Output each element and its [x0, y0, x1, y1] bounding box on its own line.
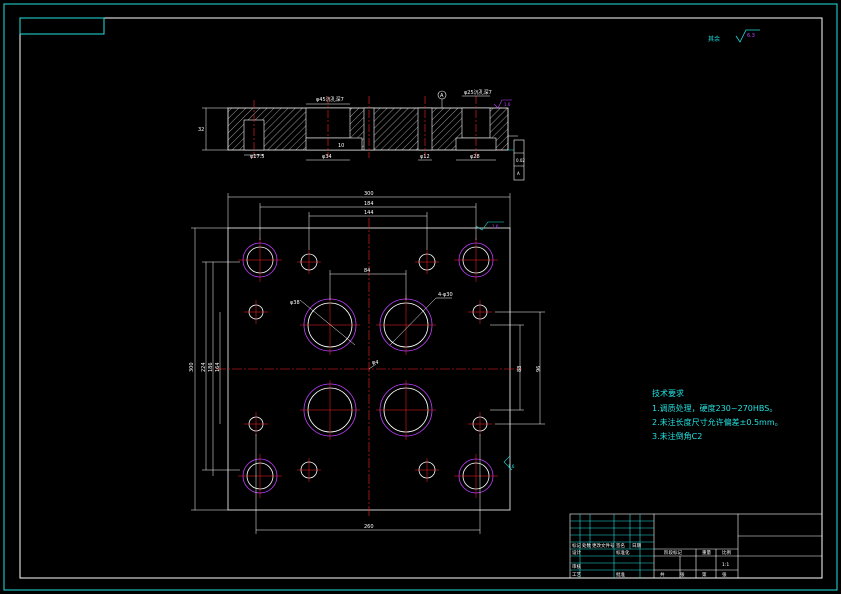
section-view: 32 φ45沉孔深7 φ17.5 10 φ34 φ12 φ25沉孔深7 φ28 …: [198, 89, 525, 181]
dim-right-top: φ25沉孔深7: [464, 89, 492, 96]
dim-right-2: 88: [517, 366, 523, 372]
code-box: [19, 17, 105, 35]
tb-review: 审核: [572, 563, 581, 570]
cad-drawing: 其余 6.3 32 φ45沉孔深7 φ17.5 10 φ34 φ12 φ25沉孔…: [3, 3, 838, 591]
corner-holes: [238, 238, 498, 498]
tb-sign: 签名: [616, 542, 625, 549]
tb-no: 第: [702, 571, 707, 578]
technical-notes: 技术要求 1.调质处理，硬度230~270HBS。 2.未注长度尺寸允许偏差±0…: [652, 388, 783, 441]
dim-counterbore: φ45沉孔深7: [316, 96, 344, 103]
tb-date: 日期: [632, 543, 641, 549]
dim-thru: φ12: [420, 154, 430, 160]
dim-left-3: 164: [215, 362, 221, 372]
dim-left-1: 224: [201, 362, 207, 372]
dim-overall-width: 300: [364, 191, 374, 197]
tb-mark: 标记: [572, 542, 581, 549]
notes-title: 技术要求: [652, 388, 684, 398]
dim-bore-depth: 10: [338, 143, 344, 149]
tb-standard: 标准化: [616, 549, 630, 556]
tb-approve: 批准: [616, 571, 625, 578]
roughness-value: 6.3: [747, 33, 755, 39]
tb-scale: 比例: [722, 549, 731, 556]
notes-item-3: 3.未注倒角C2: [652, 431, 702, 441]
tb-change: 更改文件号: [592, 542, 615, 549]
tb-sheet: 张: [722, 571, 727, 578]
plan-rough-side: 1.6: [508, 464, 515, 469]
notes-item-2: 2.未注长度尺寸允许偏差±0.5mm。: [652, 417, 783, 427]
tb-scale-value: 1:1: [722, 562, 729, 568]
dim-left-2: 186: [208, 362, 214, 372]
plan-view: φ38 4-φ30 φ4 300 184 144 84 260 300 224 …: [189, 191, 545, 534]
dim-right-1: 96: [536, 366, 542, 372]
tb-total: 共: [660, 571, 665, 578]
dim-hole-a: φ17.5: [250, 154, 264, 160]
inner-frame: [19, 17, 823, 579]
datum-label: A: [440, 93, 444, 99]
title-block-text: 标记 处数 更改文件号 签名 日期 设计 标准化 阶段标记 重量 比例 审核 工…: [572, 542, 731, 578]
label-center: φ4: [372, 360, 378, 366]
plan-rough-top: 1.6: [492, 224, 499, 229]
roughness-label: 其余: [708, 35, 720, 43]
dim-center-span: 84: [364, 268, 370, 274]
dim-bore-bottom: φ34: [322, 154, 332, 160]
roughness-symbol: 其余 6.3: [708, 29, 760, 43]
dim-right-bottom: φ28: [470, 154, 480, 160]
section-rough: 1.6: [504, 102, 511, 107]
small-holes: [244, 250, 492, 482]
tb-process: 工艺: [572, 572, 581, 578]
dim-height: 32: [198, 127, 204, 133]
label-bore-4x30: 4-φ30: [438, 292, 453, 298]
tb-weight: 重量: [702, 549, 711, 556]
tb-sheets: 张: [680, 571, 685, 578]
dim-bottom-width: 260: [364, 524, 374, 530]
tb-stage: 阶段标记: [664, 549, 682, 556]
tol-datum: A: [517, 171, 520, 176]
dim-span-mid: 144: [364, 210, 374, 216]
label-bore-38: φ38: [290, 300, 300, 306]
dim-span-top: 184: [364, 201, 374, 207]
dim-outer-height: 300: [189, 362, 195, 372]
outer-border: [3, 3, 838, 591]
tb-count: 处数: [582, 542, 591, 549]
notes-item-1: 1.调质处理，硬度230~270HBS。: [652, 403, 777, 413]
tb-design: 设计: [572, 549, 581, 556]
tol-value: 0.02: [516, 158, 525, 163]
